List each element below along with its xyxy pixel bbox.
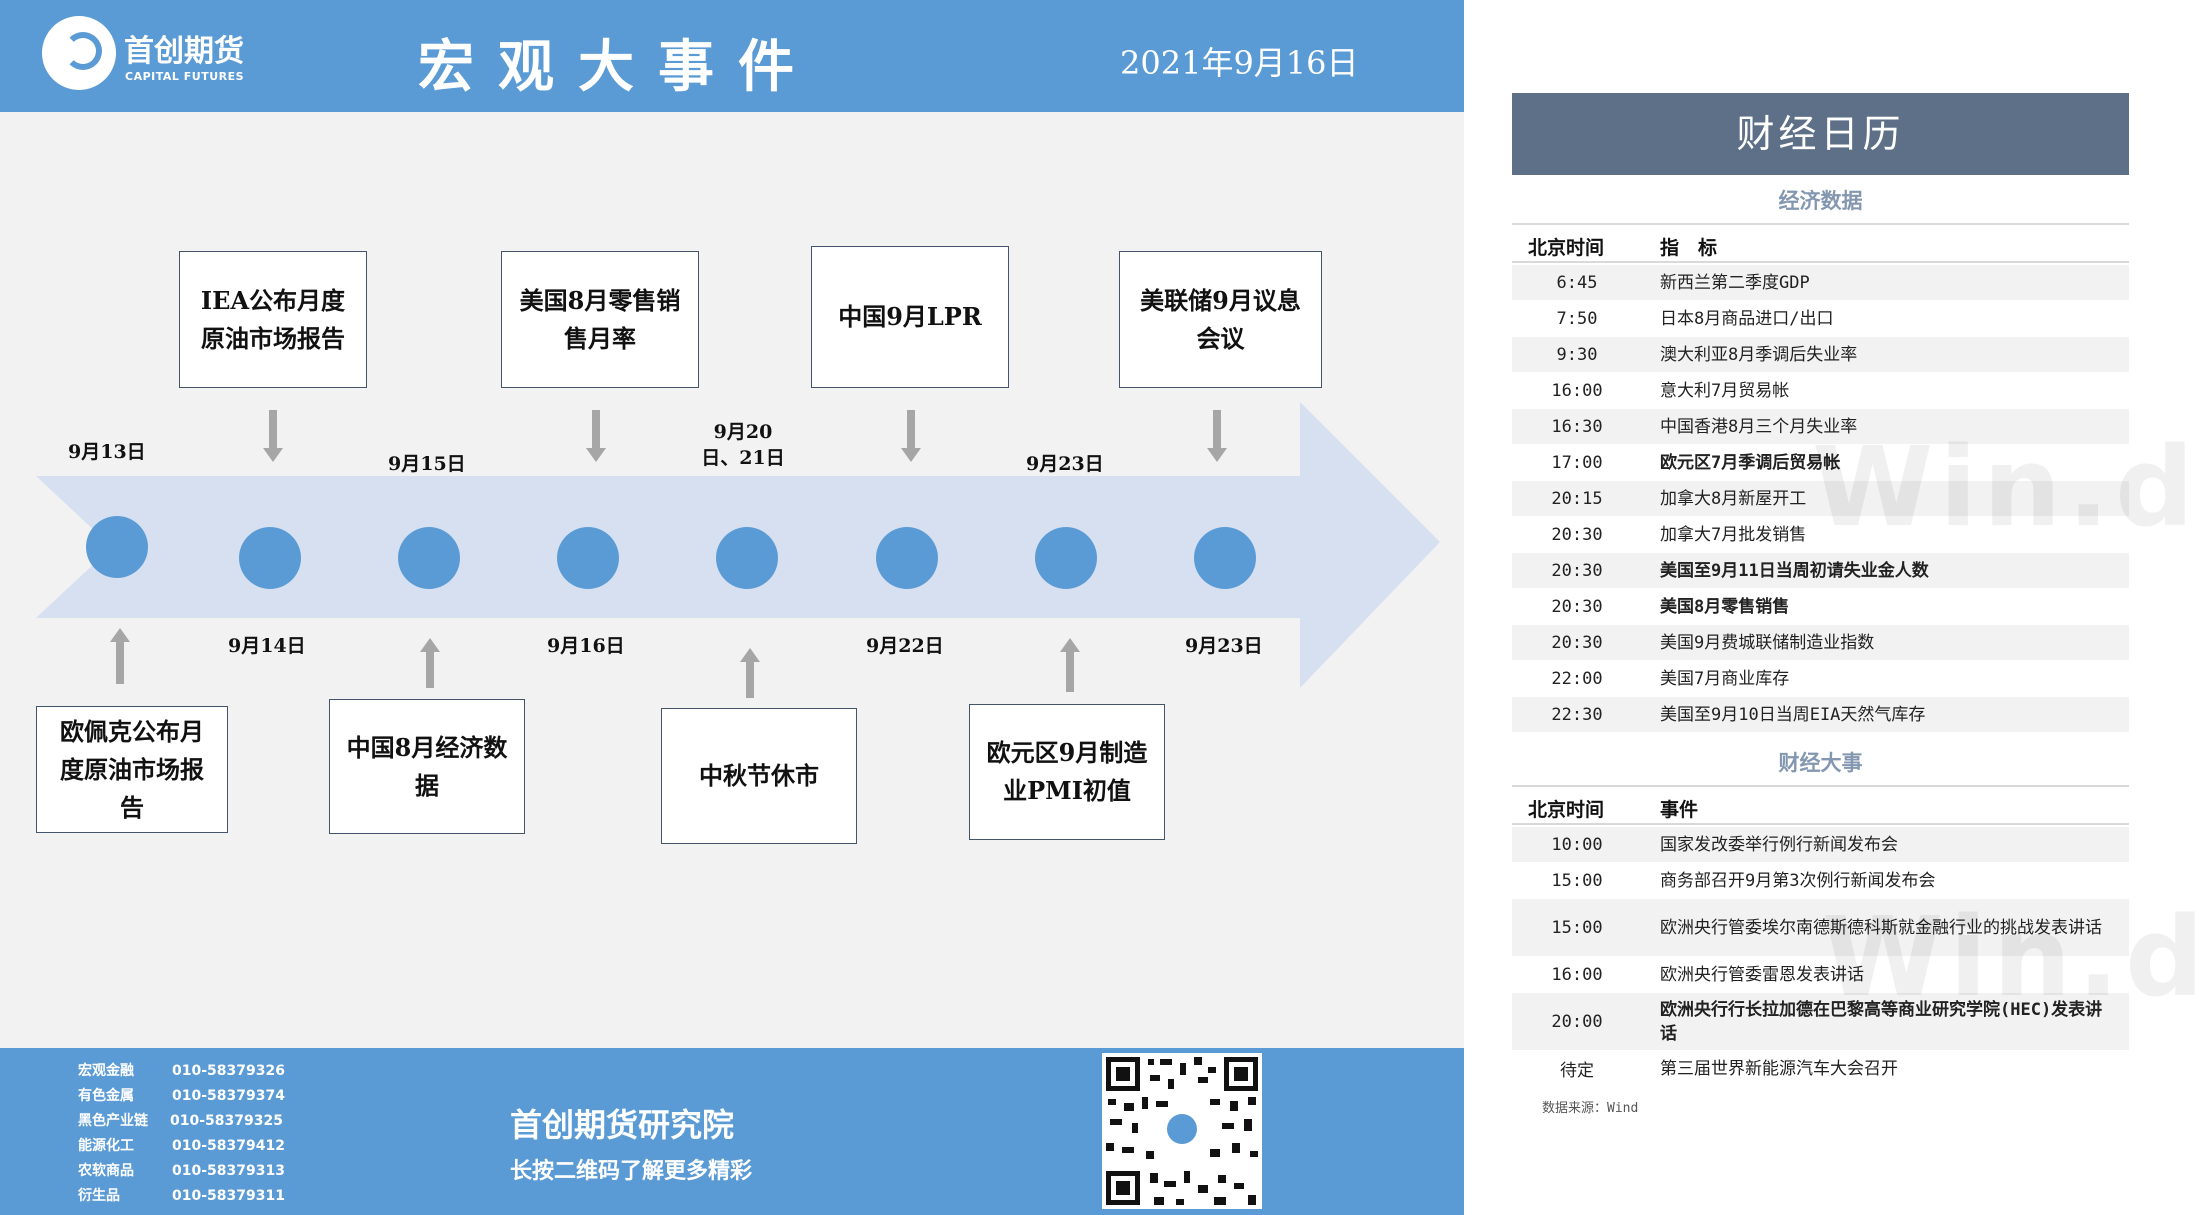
- contact-row: 能源化工 010-58379412: [78, 1135, 285, 1155]
- calendar-row: 9:30 澳大利亚8月季调后失业率: [1512, 337, 2129, 373]
- calendar-row: 22:30 美国至9月10日当周EIA天然气库存: [1512, 697, 2129, 733]
- calendar-row: 10:00 国家发改委举行例行新闻发布会: [1512, 827, 2129, 863]
- footer-slogan: 长按二维码了解更多精彩: [510, 1159, 753, 1184]
- date-label: 9月15日: [388, 453, 466, 475]
- calendar-row: 6:45 新西兰第二季度GDP: [1512, 265, 2129, 301]
- contact-dept: 农软商品: [78, 1163, 134, 1179]
- financial-calendar-panel: 财经日历 经济数据 北京时间 指 标 6:45 新西兰第二季度GDP 7:50 日本8…: [1512, 93, 2199, 1123]
- row-text: 日本8月商品进口/出口: [1660, 308, 1834, 329]
- row-time: 20:15: [1551, 488, 1603, 509]
- economic-table-header: 北京时间 指 标: [1512, 223, 2129, 263]
- col-time-header: 北京时间: [1528, 237, 1605, 259]
- contact-dept: 宏观金融: [78, 1063, 134, 1079]
- contact-phone: 010-58379313: [172, 1163, 285, 1179]
- connector-arrows-top: [110, 410, 1227, 698]
- event-text: 中秋节休市: [699, 761, 819, 790]
- row-text: 国家发改委举行例行新闻发布会: [1660, 834, 1898, 855]
- row-time: 20:30: [1551, 524, 1603, 545]
- row-time: 15:00: [1551, 870, 1603, 891]
- date-label: 9月14日: [228, 635, 306, 657]
- footer-bar: 宏观金融 010-58379326 有色金属 010-58379374 黑色产业链 0…: [0, 1048, 1464, 1215]
- row-time: 16:00: [1551, 380, 1603, 401]
- contact-dept: 能源化工: [78, 1138, 134, 1154]
- watermark: Win.d: [1822, 893, 2199, 1021]
- date-label: 9月16日: [547, 635, 625, 657]
- date-label: 9月23日: [1185, 635, 1263, 657]
- calendar-row: 16:00 意大利7月贸易帐: [1512, 373, 2129, 409]
- row-time: 10:00: [1551, 834, 1603, 855]
- row-time: 20:00: [1551, 1011, 1603, 1032]
- row-time: 22:00: [1551, 668, 1603, 689]
- row-text: 美国8月零售销售: [1660, 596, 1790, 617]
- row-time: 16:00: [1551, 964, 1603, 985]
- contact-row: 有色金属 010-58379374: [78, 1085, 285, 1105]
- contact-dept: 黑色产业链: [78, 1113, 148, 1129]
- calendar-row: 7:50 日本8月商品进口/出口: [1512, 301, 2129, 337]
- row-text: 美国至9月10日当周EIA天然气库存: [1660, 704, 1926, 725]
- calendar-row: 20:30 美国9月费城联储制造业指数: [1512, 625, 2129, 661]
- watermark: Win.d: [1812, 423, 2199, 551]
- contact-row: 衍生品 010-58379311: [78, 1185, 285, 1205]
- events-table-header: 北京时间 事件: [1512, 785, 2129, 825]
- contact-phone: 010-58379412: [172, 1138, 285, 1154]
- contact-row: 宏观金融 010-58379326: [78, 1060, 285, 1080]
- row-time: 16:30: [1551, 416, 1603, 437]
- row-time: 6:45: [1556, 272, 1598, 293]
- row-time: 待定: [1560, 1061, 1594, 1081]
- col-indicator-header: 指 标: [1660, 237, 1718, 259]
- contact-dept: 衍生品: [78, 1188, 120, 1204]
- event-text: 欧元区9月制造业PMI初值: [986, 738, 1148, 805]
- data-source: 数据来源：Wind: [1542, 1101, 1639, 1116]
- institute-name: 首创期货研究院: [510, 1106, 735, 1144]
- event-text: 欧佩克公布月度原油市场报告: [60, 716, 204, 822]
- contact-row: 黑色产业链 010-58379325: [78, 1110, 283, 1130]
- calendar-row: 20:30 美国8月零售销售: [1512, 589, 2129, 625]
- row-time: 20:30: [1551, 632, 1603, 653]
- row-time: 9:30: [1556, 344, 1598, 365]
- row-time: 20:30: [1551, 560, 1603, 581]
- calendar-row: 待定 第三届世界新能源汽车大会召开: [1512, 1051, 2129, 1087]
- row-time: 22:30: [1551, 704, 1603, 725]
- calendar-row: 22:00 美国7月商业库存: [1512, 661, 2129, 697]
- contact-phone: 010-58379326: [172, 1063, 285, 1079]
- event-text: 中国8月经济数据: [346, 732, 508, 800]
- col-event-header: 事件: [1660, 799, 1699, 821]
- event-box-bottom: 欧佩克公布月度原油市场报告: [36, 706, 228, 833]
- contact-phone: 010-58379374: [172, 1088, 285, 1104]
- row-text: 意大利7月贸易帐: [1660, 380, 1790, 401]
- row-time: 17:00: [1551, 452, 1603, 473]
- event-box-bottom: 欧元区9月制造业PMI初值: [969, 704, 1165, 840]
- row-time: 7:50: [1556, 308, 1598, 329]
- qr-code-icon[interactable]: [1102, 1053, 1262, 1209]
- row-text: 新西兰第二季度GDP: [1660, 272, 1810, 293]
- row-text: 美国至9月11日当周初请失业金人数: [1660, 560, 1929, 581]
- date-label: 9月22日: [866, 635, 944, 657]
- row-time: 15:00: [1551, 917, 1603, 938]
- row-text: 第三届世界新能源汽车大会召开: [1660, 1058, 1898, 1079]
- contact-dept: 有色金属: [78, 1088, 134, 1104]
- row-text: 美国9月费城联储制造业指数: [1660, 632, 1875, 653]
- macro-events-panel: 首创期货 CAPITAL FUTURES 宏观大事件 2021年9月16日 IE…: [0, 0, 1464, 1215]
- section-title-events: 财经大事: [1778, 751, 1863, 775]
- section-title-economic: 经济数据: [1778, 189, 1863, 213]
- date-label: 9月23日: [1026, 453, 1104, 475]
- calendar-title: 财经日历: [1512, 93, 2129, 175]
- date-label: 9月13日: [68, 441, 146, 463]
- row-text: 商务部召开9月第3次例行新闻发布会: [1660, 870, 1936, 891]
- contact-phone: 010-58379311: [172, 1188, 285, 1204]
- row-time: 20:30: [1551, 596, 1603, 617]
- row-text: 澳大利亚8月季调后失业率: [1660, 344, 1858, 365]
- event-box-bottom: 中国8月经济数据: [329, 699, 525, 834]
- contact-row: 农软商品 010-58379313: [78, 1160, 285, 1180]
- calendar-row: 20:30 美国至9月11日当周初请失业金人数: [1512, 553, 2129, 589]
- contact-phone: 010-58379325: [170, 1113, 283, 1129]
- event-box-bottom: 中秋节休市: [661, 708, 857, 844]
- row-text: 美国7月商业库存: [1660, 668, 1790, 689]
- date-label: 9月20日、21日: [701, 421, 785, 469]
- col-time-header: 北京时间: [1528, 799, 1605, 821]
